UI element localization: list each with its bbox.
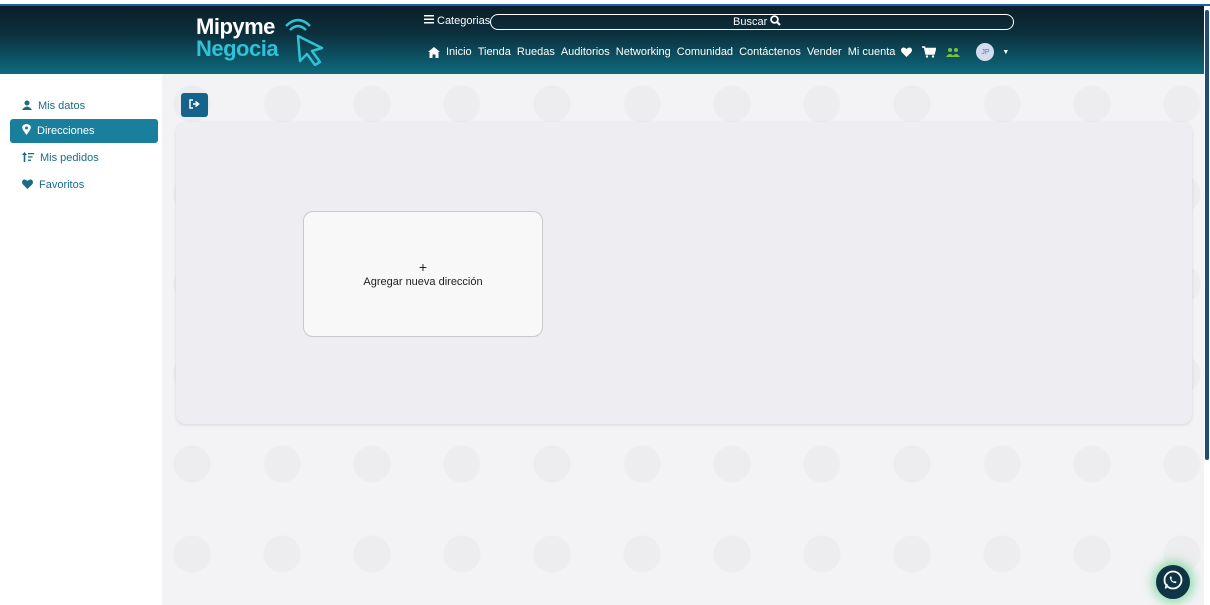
search-icon <box>770 15 781 29</box>
brand-logo[interactable]: Mipyme Negocia <box>196 14 336 66</box>
search-label: Buscar <box>733 16 768 28</box>
avatar[interactable]: JP <box>976 43 995 61</box>
add-address-label: Agregar nueva dirección <box>363 276 483 288</box>
nav-tienda[interactable]: Tienda <box>478 46 511 58</box>
heart-icon <box>22 178 33 192</box>
nav-comunidad[interactable]: Comunidad <box>677 46 733 58</box>
site-header: Mipyme Negocia Categorias Buscar Inicio … <box>0 0 1210 74</box>
categories-label: Categorias <box>437 15 491 27</box>
nav-networking[interactable]: Networking <box>616 46 671 58</box>
nav-auditorios[interactable]: Auditorios <box>561 46 610 58</box>
home-icon[interactable] <box>428 46 440 58</box>
nav-inicio[interactable]: Inicio <box>446 46 472 58</box>
plus-icon: + <box>418 259 428 275</box>
hamburger-icon <box>424 15 434 27</box>
header-top-border <box>0 0 1210 6</box>
nav-contactenos[interactable]: Contáctenos <box>739 46 801 58</box>
sidebar-item-label: Mis datos <box>38 100 86 112</box>
logo-cursor-icon <box>285 18 324 66</box>
whatsapp-icon <box>1162 569 1184 596</box>
sidebar-item-favoritos[interactable]: Favoritos <box>10 173 158 197</box>
sidebar-item-label: Favoritos <box>39 179 85 191</box>
sidebar-item-label: Mis pedidos <box>40 152 99 164</box>
heart-icon[interactable] <box>901 47 913 57</box>
sidebar-item-direcciones[interactable]: Direcciones <box>10 119 158 143</box>
account-sidebar: Mis datos Direcciones Mis pedidos Favori… <box>8 74 162 605</box>
scrollbar-thumb[interactable] <box>1205 10 1209 460</box>
logo-line2: Negocia <box>196 36 279 61</box>
add-address-card[interactable]: + Agregar nueva dirección <box>303 211 543 337</box>
sidebar-item-label: Direcciones <box>37 125 95 137</box>
sidebar-left-gutter <box>0 74 8 605</box>
search-button[interactable]: Buscar <box>733 15 781 29</box>
community-icon[interactable] <box>946 47 961 58</box>
page-scrollbar[interactable] <box>1204 6 1210 605</box>
whatsapp-button[interactable] <box>1156 565 1190 599</box>
sidebar-item-mis-datos[interactable]: Mis datos <box>10 94 158 118</box>
nav-ruedas[interactable]: Ruedas <box>517 46 555 58</box>
location-pin-icon <box>22 124 31 138</box>
sort-orders-icon <box>22 151 34 165</box>
logout-button[interactable] <box>181 93 208 117</box>
sign-out-icon <box>188 96 201 114</box>
user-icon <box>22 100 32 113</box>
categories-button[interactable]: Categorias <box>424 15 490 27</box>
chevron-down-icon[interactable]: ▼ <box>1002 49 1009 56</box>
sidebar-item-mis-pedidos[interactable]: Mis pedidos <box>10 146 158 170</box>
cart-icon[interactable] <box>922 46 937 58</box>
nav-mi-cuenta[interactable]: Mi cuenta <box>848 46 896 58</box>
main-nav: Inicio Tienda Ruedas Auditorios Networki… <box>428 43 1009 61</box>
nav-vender[interactable]: Vender <box>807 46 842 58</box>
